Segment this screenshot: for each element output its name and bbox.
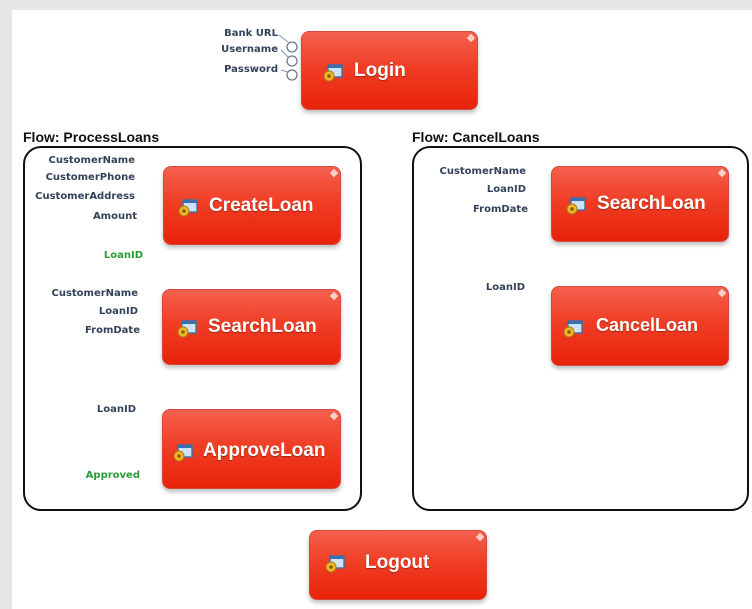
login-action-box[interactable]: Login xyxy=(301,31,478,110)
param-fromdate: FromDate xyxy=(472,204,528,215)
param-customeraddress: CustomerAddress xyxy=(35,191,135,202)
cancelloan-action-box[interactable]: CancelLoan xyxy=(551,286,729,366)
param-customername: CustomerName xyxy=(51,288,138,299)
param-password: Password xyxy=(224,64,278,75)
param-loanid: LoanID xyxy=(96,404,136,415)
gear-window-icon xyxy=(323,64,343,82)
gear-window-icon xyxy=(178,199,198,217)
param-out-loanid: LoanID xyxy=(103,250,143,261)
param-loanid: LoanID xyxy=(98,306,138,317)
searchloan-label: SearchLoan xyxy=(597,193,706,214)
param-loanid: LoanID xyxy=(486,184,526,195)
param-customername: CustomerName xyxy=(48,155,135,166)
login-label: Login xyxy=(354,60,406,81)
logout-label: Logout xyxy=(365,552,430,573)
param-fromdate: FromDate xyxy=(84,325,140,336)
searchloan-label: SearchLoan xyxy=(208,316,317,337)
gear-window-icon xyxy=(177,320,197,338)
searchloan-action-box[interactable]: SearchLoan xyxy=(551,166,729,242)
approveloan-label: ApproveLoan xyxy=(203,440,326,461)
gear-window-icon xyxy=(566,197,586,215)
createloan-label: CreateLoan xyxy=(209,195,314,216)
param-amount: Amount xyxy=(92,211,137,222)
approveloan-action-box[interactable]: ApproveLoan xyxy=(162,409,341,489)
flow-title-processloans: Flow: ProcessLoans xyxy=(23,129,160,145)
logout-action-box[interactable]: Logout xyxy=(309,530,487,600)
param-username: Username xyxy=(221,44,278,55)
param-loanid: LoanID xyxy=(485,282,525,293)
gear-window-icon xyxy=(325,555,345,573)
gear-window-icon xyxy=(173,444,193,462)
param-customerphone: CustomerPhone xyxy=(45,172,135,183)
flow-title-cancelloans: Flow: CancelLoans xyxy=(412,129,540,145)
cancelloan-label: CancelLoan xyxy=(596,315,699,335)
searchloan-action-box[interactable]: SearchLoan xyxy=(162,289,341,365)
param-out-approved: Approved xyxy=(85,470,140,481)
createloan-action-box[interactable]: CreateLoan xyxy=(163,166,341,245)
param-customername: CustomerName xyxy=(439,166,526,177)
gear-window-icon xyxy=(563,320,583,338)
param-bank-url: Bank URL xyxy=(224,28,278,39)
